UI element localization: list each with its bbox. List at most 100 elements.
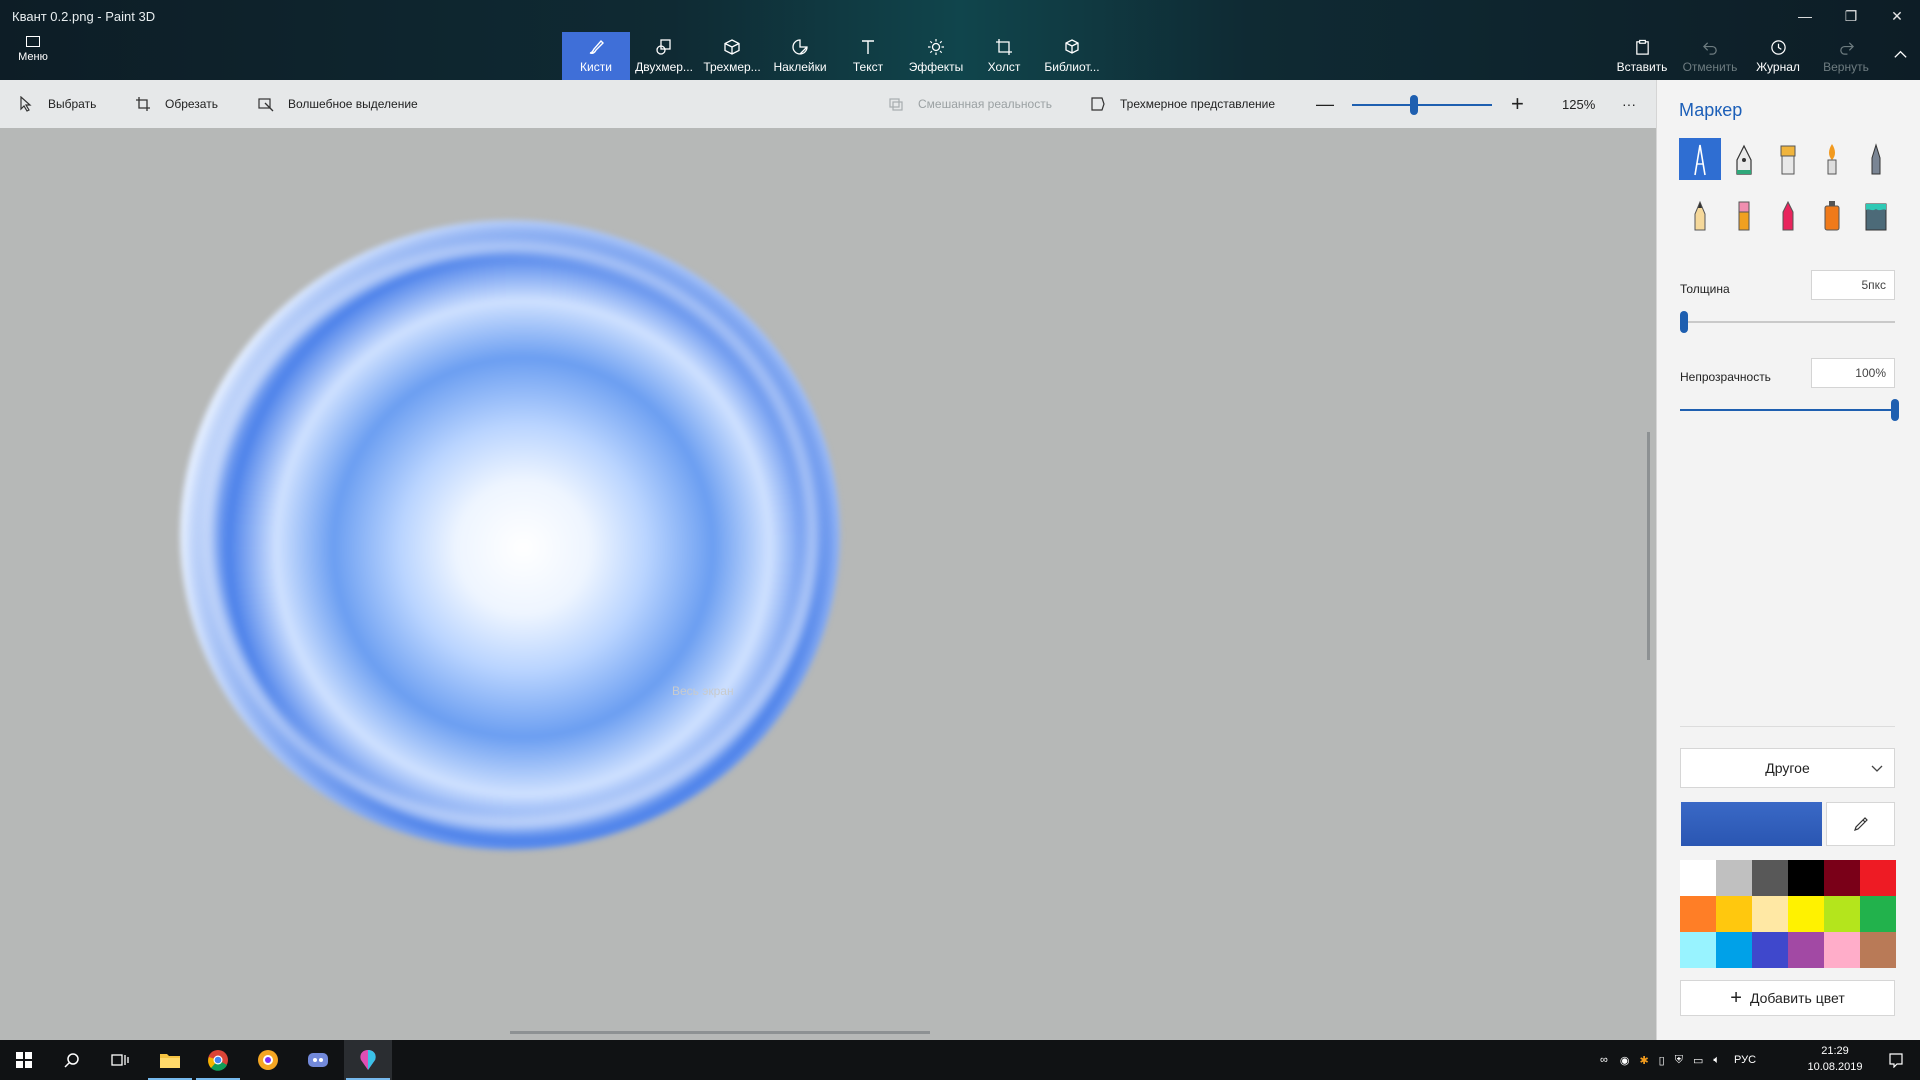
- search-button[interactable]: [48, 1040, 96, 1080]
- restore-button[interactable]: ❐: [1828, 0, 1874, 32]
- view-3d-button[interactable]: Трехмерное представление: [1090, 80, 1275, 128]
- language-indicator[interactable]: РУС: [1734, 1054, 1756, 1066]
- menu-button[interactable]: Меню: [10, 36, 56, 76]
- thickness-input[interactable]: 5пкс: [1811, 270, 1895, 300]
- select-button[interactable]: Выбрать: [18, 80, 96, 128]
- color-swatch[interactable]: [1860, 896, 1896, 932]
- add-color-button[interactable]: + Добавить цвет: [1680, 980, 1895, 1016]
- color-swatch[interactable]: [1680, 860, 1716, 896]
- task-view-button[interactable]: [96, 1040, 144, 1080]
- color-type-dropdown[interactable]: Другое: [1680, 748, 1895, 788]
- discord-button[interactable]: [294, 1040, 342, 1080]
- crop-button[interactable]: Обрезать: [135, 80, 218, 128]
- clock-time: 21:29: [1821, 1045, 1849, 1057]
- tab-canvas[interactable]: Холст: [970, 32, 1038, 80]
- color-swatch[interactable]: [1788, 896, 1824, 932]
- brush-fill[interactable]: [1855, 194, 1897, 236]
- usb-icon[interactable]: ▯: [1659, 1054, 1665, 1067]
- shield-icon[interactable]: ⛨: [1675, 1054, 1683, 1067]
- browser-button[interactable]: [244, 1040, 292, 1080]
- volume-icon[interactable]: 🔈︎: [1713, 1054, 1720, 1067]
- brush-pencil[interactable]: [1679, 194, 1721, 236]
- opacity-slider-thumb[interactable]: [1891, 399, 1899, 421]
- network-icon[interactable]: ▭: [1693, 1054, 1703, 1067]
- horizontal-scrollbar[interactable]: [510, 1031, 930, 1034]
- color-swatch[interactable]: [1824, 896, 1860, 932]
- eyedropper-icon: [1853, 817, 1868, 831]
- brush-calligraphy-pen[interactable]: [1723, 138, 1765, 180]
- opacity-slider-fill: [1680, 409, 1895, 411]
- current-color-swatch[interactable]: [1681, 802, 1822, 846]
- tab-effects[interactable]: Эффекты: [902, 32, 970, 80]
- undo-button[interactable]: Отменить: [1676, 32, 1744, 80]
- collapse-ribbon-button[interactable]: [1880, 32, 1920, 80]
- more-options-button[interactable]: ···: [1622, 80, 1636, 128]
- history-button[interactable]: Журнал: [1744, 32, 1812, 80]
- color-swatch[interactable]: [1752, 932, 1788, 968]
- color-swatch[interactable]: [1716, 896, 1752, 932]
- paste-button[interactable]: Вставить: [1608, 32, 1676, 80]
- pixel-pen-icon: [1871, 143, 1881, 175]
- redo-button[interactable]: Вернуть: [1812, 32, 1880, 80]
- tab-stickers[interactable]: Наклейки: [766, 32, 834, 80]
- zoom-out-button[interactable]: —: [1316, 80, 1334, 128]
- tab-text[interactable]: Текст: [834, 32, 902, 80]
- chrome-button[interactable]: [194, 1040, 242, 1080]
- file-explorer-button[interactable]: [146, 1040, 194, 1080]
- color-swatch[interactable]: [1788, 860, 1824, 896]
- app-tray-icon[interactable]: ✱: [1639, 1054, 1648, 1067]
- color-swatch[interactable]: [1860, 932, 1896, 968]
- tab-brushes[interactable]: Кисти: [562, 32, 630, 80]
- view-3d-label: Трехмерное представление: [1120, 97, 1276, 111]
- brush-spray-can[interactable]: [1811, 194, 1853, 236]
- tab-2d-shapes[interactable]: Двухмер...: [630, 32, 698, 80]
- tab-label: Кисти: [580, 60, 612, 74]
- tab-library[interactable]: Библиот...: [1038, 32, 1106, 80]
- thickness-slider-track[interactable]: [1680, 321, 1895, 323]
- link-icon[interactable]: ∞: [1600, 1054, 1608, 1066]
- notifications-button[interactable]: [1872, 1040, 1920, 1080]
- brush-watercolor[interactable]: [1811, 138, 1853, 180]
- clock[interactable]: 21:29 10.08.2019: [1800, 1043, 1870, 1075]
- zoom-slider-track[interactable]: [1352, 104, 1492, 106]
- brush-icon: [589, 39, 604, 54]
- notification-icon: [1889, 1053, 1903, 1068]
- menu-label: Меню: [18, 51, 48, 63]
- color-swatch[interactable]: [1716, 860, 1752, 896]
- color-swatch[interactable]: [1680, 932, 1716, 968]
- color-swatch[interactable]: [1860, 860, 1896, 896]
- vertical-scrollbar[interactable]: [1647, 432, 1650, 660]
- brush-oil[interactable]: [1767, 138, 1809, 180]
- opacity-input[interactable]: 100%: [1811, 358, 1895, 388]
- minimize-button[interactable]: —: [1782, 0, 1828, 32]
- magic-select-icon: [258, 98, 274, 112]
- zoom-slider-thumb[interactable]: [1409, 95, 1418, 115]
- brush-crayon[interactable]: [1767, 194, 1809, 236]
- paste-icon: [1635, 39, 1649, 55]
- brush-marker[interactable]: [1679, 138, 1721, 180]
- color-swatch[interactable]: [1824, 932, 1860, 968]
- chrome-tray-icon[interactable]: ◉: [1620, 1054, 1630, 1067]
- close-button[interactable]: ✕: [1874, 0, 1920, 32]
- tab-label: Наклейки: [773, 60, 827, 74]
- zoom-in-button[interactable]: +: [1511, 80, 1524, 128]
- color-swatch[interactable]: [1680, 896, 1716, 932]
- color-swatch[interactable]: [1716, 932, 1752, 968]
- paint3d-button[interactable]: [344, 1040, 392, 1080]
- thickness-slider-thumb[interactable]: [1680, 311, 1689, 333]
- brush-pixel-pen[interactable]: [1855, 138, 1897, 180]
- color-swatch[interactable]: [1752, 896, 1788, 932]
- magic-select-button[interactable]: Волшебное выделение: [258, 80, 418, 128]
- mixed-reality-button[interactable]: Смешанная реальность: [888, 80, 1052, 128]
- tab-3d-shapes[interactable]: Трехмер...: [698, 32, 766, 80]
- history-label: Журнал: [1756, 59, 1800, 74]
- start-button[interactable]: [0, 1040, 48, 1080]
- tab-label: Холст: [987, 60, 1021, 74]
- color-swatch[interactable]: [1752, 860, 1788, 896]
- canvas-icon: [996, 39, 1012, 55]
- brush-eraser[interactable]: [1723, 194, 1765, 236]
- color-swatch[interactable]: [1824, 860, 1860, 896]
- color-swatch[interactable]: [1788, 932, 1824, 968]
- 2d-shapes-icon: [656, 39, 671, 55]
- eyedropper-button[interactable]: [1826, 802, 1895, 846]
